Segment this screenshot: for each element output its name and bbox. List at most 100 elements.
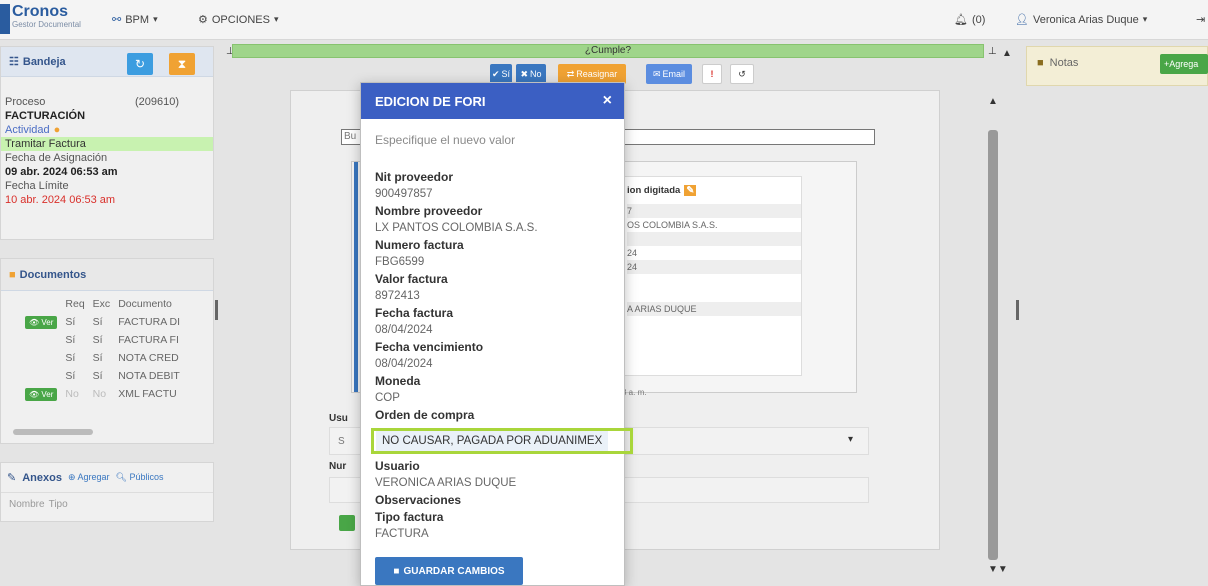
field-value[interactable]: FBG6599 bbox=[375, 254, 610, 271]
nav-opciones[interactable]: ⚙ OPCIONES ▾ bbox=[198, 13, 278, 27]
agregar-link[interactable]: ⊕ Agregar bbox=[68, 472, 110, 483]
digitized-row: 24 bbox=[627, 260, 801, 274]
logo-mark bbox=[0, 4, 10, 34]
exc-cell: Sí bbox=[92, 352, 103, 364]
digitized-row bbox=[627, 274, 801, 302]
reasignar-button[interactable]: ⇄ Reasignar bbox=[558, 64, 626, 84]
digitized-header: ion digitada ✎ bbox=[623, 177, 801, 204]
table-row[interactable]: Sí Sí NOTA DEBIT bbox=[21, 367, 184, 385]
network-icon: ⚯ bbox=[112, 14, 122, 26]
observaciones-label: Observaciones bbox=[375, 493, 462, 507]
app-logo[interactable]: Cronos Gestor Documental bbox=[12, 4, 81, 30]
proceso-id: (209610) bbox=[135, 96, 180, 108]
exc-cell: No bbox=[92, 388, 107, 400]
publicos-link[interactable]: 🔍︎ Públicos bbox=[116, 472, 164, 483]
proceso-info: Proceso (209610) FACTURACIÓN Actividad ●… bbox=[1, 77, 213, 207]
accent-bar bbox=[354, 162, 358, 392]
field-value[interactable]: COP bbox=[375, 390, 610, 407]
doc-cell: NOTA CRED bbox=[118, 352, 179, 364]
bell-icon: 🔔︎ bbox=[954, 14, 968, 26]
table-row[interactable]: Sí Sí NOTA CRED bbox=[21, 349, 184, 367]
user-name: Veronica Arias Duque bbox=[1032, 13, 1139, 26]
modal-header: EDICION DE FORI × bbox=[361, 83, 624, 119]
scroll-up-icon[interactable]: ▲ bbox=[1002, 48, 1012, 59]
orden-compra-label: Orden de compra bbox=[375, 408, 475, 422]
exc-cell: Sí bbox=[92, 370, 103, 382]
actividad-value: Tramitar Factura bbox=[1, 137, 213, 151]
pencil-icon[interactable]: ✎ bbox=[684, 185, 697, 196]
bandeja-title: Bandeja bbox=[22, 55, 66, 68]
table-row[interactable]: Sí Sí FACTURA FI bbox=[21, 331, 184, 349]
chevron-down-icon: ▾ bbox=[1142, 14, 1148, 24]
agregar-nota-button[interactable]: + Agrega bbox=[1160, 54, 1208, 74]
usuario-label: Usuario bbox=[375, 459, 420, 473]
nav-bpm-label: BPM bbox=[125, 13, 150, 26]
field-value[interactable]: 8972413 bbox=[375, 288, 610, 305]
table-row[interactable]: 👁︎ Ver No No XML FACTU bbox=[21, 385, 184, 403]
scroll-down-icon[interactable]: ▼▼ bbox=[988, 564, 1008, 575]
fecha-asignacion-label: Fecha de Asignación bbox=[5, 152, 108, 164]
field-label: Moneda bbox=[375, 374, 421, 388]
logout-icon[interactable]: ⇥ bbox=[1196, 13, 1205, 26]
bg-bu: Bu bbox=[344, 131, 357, 142]
center-vertical-scrollbar[interactable] bbox=[988, 130, 998, 560]
si-button[interactable]: ✔ Sí bbox=[490, 64, 512, 84]
horizontal-scrollbar[interactable] bbox=[13, 429, 93, 435]
paperclip-icon: ✎ bbox=[7, 472, 17, 484]
hourglass-button[interactable]: ⧗ bbox=[169, 53, 195, 75]
splitter-handle-left[interactable] bbox=[215, 300, 218, 320]
usuario-value[interactable]: VERONICA ARIAS DUQUE bbox=[375, 475, 610, 492]
splitter-handle-right[interactable] bbox=[1016, 300, 1019, 320]
req-cell: No bbox=[65, 388, 79, 400]
documentos-title: Documentos bbox=[19, 268, 87, 281]
req-cell: Sí bbox=[65, 334, 76, 346]
notifications-count: (0) bbox=[971, 13, 986, 26]
col-req: Req bbox=[65, 298, 85, 310]
col-exc: Exc bbox=[92, 298, 111, 310]
caret-down-icon: ▾ bbox=[848, 434, 854, 445]
scroll-up-icon[interactable]: ▲ bbox=[988, 96, 998, 107]
edit-form-modal: EDICION DE FORI × Especifique el nuevo v… bbox=[360, 82, 633, 586]
undo-button[interactable]: ↺ bbox=[730, 64, 754, 84]
pin-icon[interactable]: ⊥ bbox=[988, 46, 997, 57]
app-name: Cronos bbox=[12, 3, 68, 20]
alert-button[interactable]: ! bbox=[702, 64, 722, 84]
field-value[interactable]: 900497857 bbox=[375, 186, 610, 203]
user-icon: 👤︎ bbox=[1015, 14, 1029, 26]
note-icon: ■ bbox=[1037, 57, 1044, 69]
anexos-columns: Nombre Tipo bbox=[1, 492, 213, 516]
actividad-label: Actividad bbox=[5, 124, 50, 136]
tipo-factura-value[interactable]: FACTURA bbox=[375, 526, 610, 543]
email-button[interactable]: ✉ Email bbox=[646, 64, 692, 84]
notifications-button[interactable]: 🔔︎ (0) bbox=[954, 13, 986, 27]
nav-bpm[interactable]: ⚯ BPM ▾ bbox=[112, 13, 158, 27]
field-label: Fecha factura bbox=[375, 306, 454, 320]
cumple-bar: ¿Cumple? bbox=[232, 44, 984, 58]
view-button[interactable]: 👁︎ Ver bbox=[25, 388, 58, 401]
orden-compra-value: NO CAUSAR, PAGADA POR ADUANIMEX bbox=[376, 431, 609, 451]
field-value[interactable]: 08/04/2024 bbox=[375, 322, 610, 339]
view-button[interactable]: 👁︎ Ver bbox=[25, 316, 58, 329]
info-icon[interactable]: ● bbox=[54, 123, 61, 137]
refresh-button[interactable]: ↻ bbox=[127, 53, 153, 75]
req-cell: Sí bbox=[65, 352, 76, 364]
field-value[interactable]: 08/04/2024 bbox=[375, 356, 610, 373]
close-icon[interactable]: × bbox=[603, 92, 612, 110]
orden-compra-field[interactable]: NO CAUSAR, PAGADA POR ADUANIMEX bbox=[371, 428, 633, 454]
fecha-asignacion-value: 09 abr. 2024 06:53 am bbox=[5, 166, 118, 178]
table-header-row: Req Exc Documento bbox=[21, 295, 184, 313]
field-value[interactable]: LX PANTOS COLOMBIA S.A.S. bbox=[375, 220, 610, 237]
req-cell: Sí bbox=[65, 370, 76, 382]
user-menu[interactable]: 👤︎ Veronica Arias Duque ▾ bbox=[1015, 13, 1148, 27]
documentos-panel: ■ Documentos Req Exc Documento 👁︎ Ver Sí… bbox=[0, 258, 214, 444]
app-subtitle: Gestor Documental bbox=[12, 20, 81, 29]
guardar-cambios-button[interactable]: ■ GUARDAR CAMBIOS bbox=[375, 557, 523, 585]
col-nombre: Nombre bbox=[9, 499, 45, 510]
folder-icon: ■ bbox=[9, 268, 16, 281]
anexos-title: Anexos bbox=[22, 471, 62, 484]
guardar-cambios-label: GUARDAR CAMBIOS bbox=[403, 565, 505, 577]
digitized-values: 7 OS COLOMBIA S.A.S. 24 24 A ARIAS DUQUE bbox=[623, 204, 801, 316]
no-button[interactable]: ✖ No bbox=[516, 64, 546, 84]
save-icon-button-bg[interactable] bbox=[339, 515, 355, 531]
table-row[interactable]: 👁︎ Ver Sí Sí FACTURA DI bbox=[21, 313, 184, 331]
